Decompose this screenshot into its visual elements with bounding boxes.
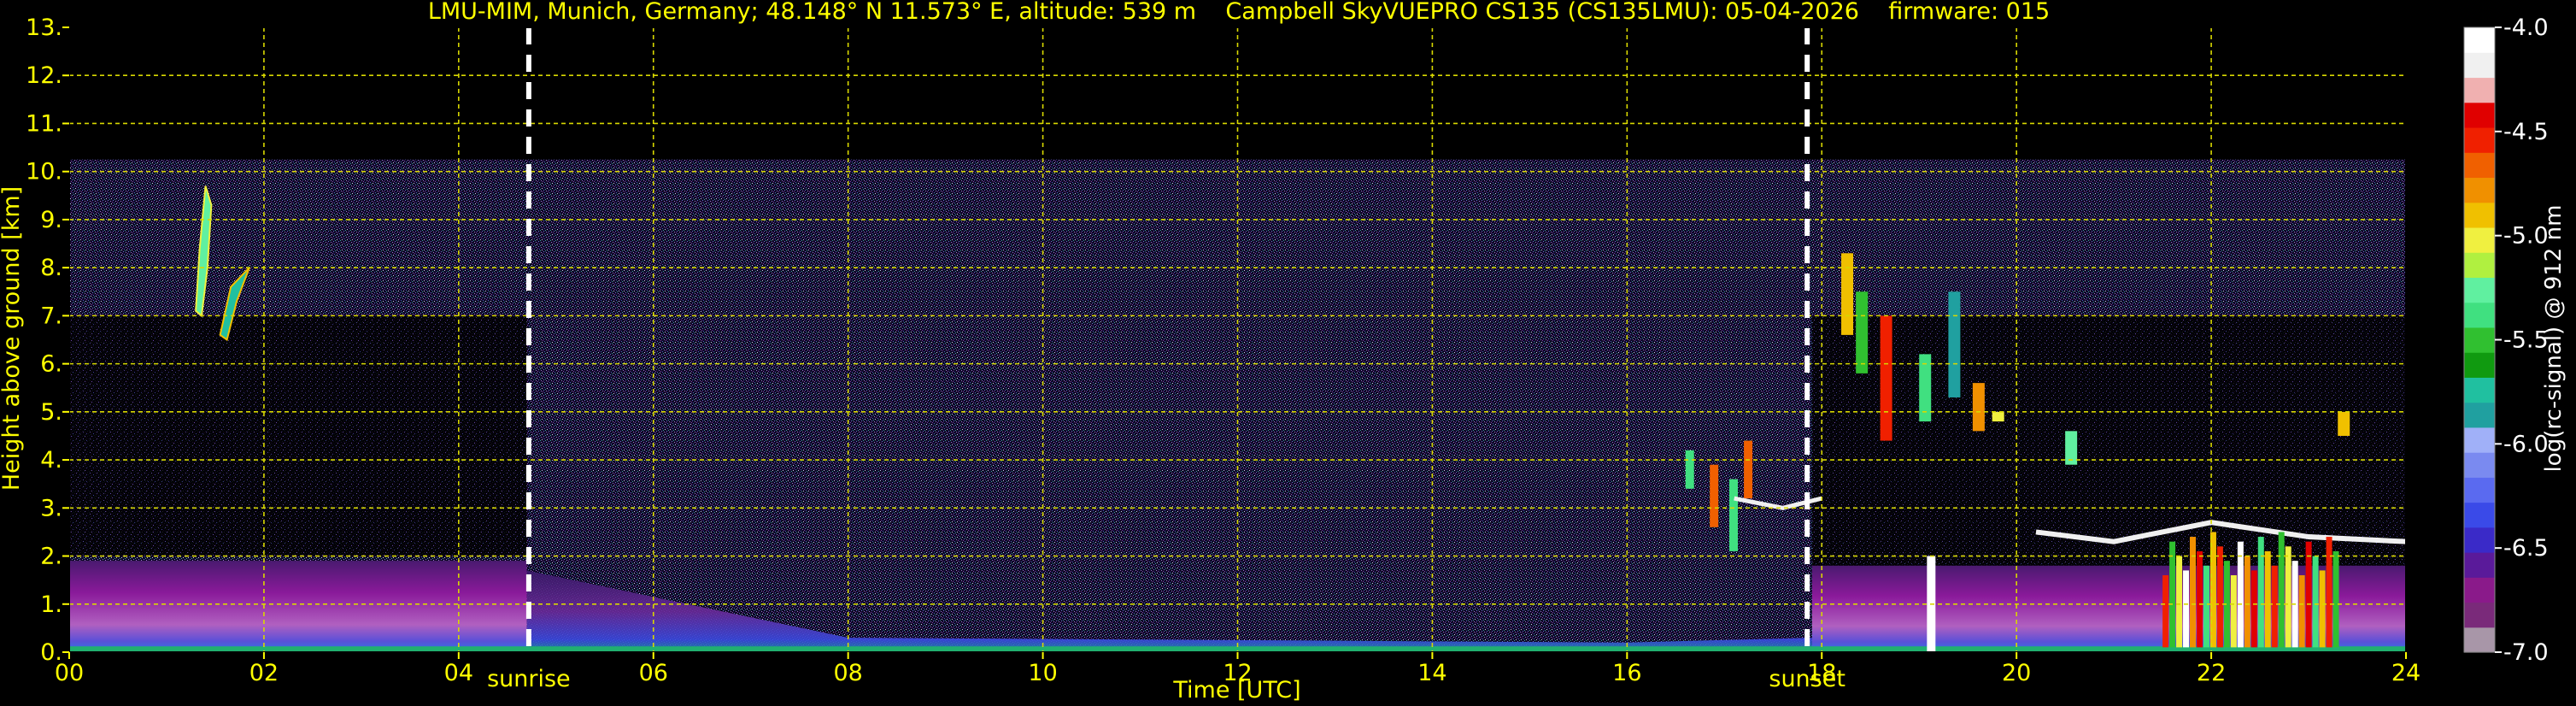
precipitation-streak: [2298, 575, 2305, 648]
precipitation-streak: [2190, 537, 2197, 648]
precipitation-streak: [2271, 565, 2278, 648]
y-tick-label: 13.: [26, 15, 62, 41]
colorbar-segment: [2464, 126, 2495, 153]
colorbar-segment: [2464, 527, 2495, 553]
colorbar-segment: [2464, 277, 2495, 303]
precipitation-streak: [2176, 556, 2183, 648]
x-tick-label: 10: [1028, 660, 1057, 686]
chart-title: LMU-MIM, Munich, Germany; 48.148° N 11.5…: [428, 0, 2050, 25]
precipitation-streak: [2278, 532, 2285, 648]
y-tick-label: 7.: [40, 303, 62, 329]
x-tick-label: 06: [639, 660, 668, 686]
colorbar-tick-label: -4.5: [2503, 119, 2549, 145]
colorbar-tick-label: -7.0: [2503, 639, 2549, 666]
x-tick-label: 20: [2002, 660, 2031, 686]
y-tick-label: 0.: [40, 639, 62, 666]
colorbar-segment: [2464, 402, 2495, 428]
colorbar-segment: [2464, 102, 2495, 128]
colorbar-segment: [2464, 227, 2495, 253]
precipitation-streak: [2326, 537, 2332, 648]
y-tick-label: 1.: [40, 591, 62, 618]
evening-cloud: [2338, 411, 2350, 436]
y-tick-label: 2.: [40, 544, 62, 570]
colorbar-segment: [2464, 202, 2495, 228]
x-tick-label: 02: [249, 660, 279, 686]
y-tick-label: 3.: [40, 495, 62, 521]
x-tick-label: 14: [1417, 660, 1446, 686]
precipitation-streak: [2237, 541, 2244, 648]
x-tick-label: 04: [444, 660, 473, 686]
precipitation-streak: [2230, 575, 2237, 648]
colorbar-segment: [2464, 502, 2495, 528]
colorbar-segment: [2464, 302, 2495, 328]
evening-cloud: [1992, 411, 2004, 422]
ceilometer-chart: sunrise sunset 00 02 04 06 08 10 12 14 16 18 20 22 24…: [0, 0, 2576, 706]
colorbar-segment: [2464, 452, 2495, 478]
colorbar-segment: [2464, 552, 2495, 578]
y-tick-label: 11.: [26, 110, 62, 137]
colorbar-segment: [2464, 177, 2495, 203]
precipitation-streak: [2332, 550, 2339, 648]
colorbar-segment: [2464, 427, 2495, 453]
x-tick-label: 08: [833, 660, 862, 686]
chart-svg: sunrise sunset 00 02 04 06 08 10 12 14 16 18 20 22 24…: [0, 0, 2567, 703]
y-tick-label: 5.: [40, 399, 62, 426]
y-tick-label: 8.: [40, 255, 62, 281]
colorbar-segment: [2464, 152, 2495, 179]
colorbar-segment: [2464, 627, 2495, 653]
precipitation-streak: [2196, 550, 2203, 648]
evening-cloud: [1880, 315, 1892, 441]
afternoon-cloud: [1728, 479, 1738, 551]
colorbar-segment: [2464, 602, 2495, 628]
precipitation-streak: [2305, 541, 2312, 648]
colorbar-segment: [2464, 27, 2495, 53]
evening-cloud: [1972, 383, 1985, 432]
colorbar-segment: [2464, 377, 2495, 403]
colorbar-segment: [2464, 327, 2495, 353]
evening-cloud: [1841, 253, 1854, 335]
y-tick-label: 6.: [40, 351, 62, 378]
night-region-evening: [1811, 315, 2406, 590]
y-tick-label: 12.: [26, 62, 62, 89]
precipitation-streak: [2169, 541, 2176, 648]
y-tick-label: 9.: [40, 207, 62, 233]
marker-label-sunrise: sunrise: [487, 666, 571, 692]
colorbar-segment: [2464, 577, 2495, 603]
colorbar-label: log(rc-signal) @ 912 nm: [2541, 205, 2567, 473]
evening-cloud: [1856, 291, 1869, 374]
x-tick-label: 22: [2197, 660, 2226, 686]
precipitation-streak: [2319, 570, 2326, 648]
colorbar-tick-label: -4.0: [2503, 15, 2549, 41]
x-tick-label: 18: [1807, 660, 1836, 686]
precipitation-streak: [2285, 546, 2291, 648]
colorbar-segment: [2464, 352, 2495, 378]
precipitation-streak: [2162, 575, 2169, 648]
precipitation-streak: [2244, 556, 2250, 648]
colorbar-segment: [2464, 252, 2495, 278]
precipitation-streak: [2203, 565, 2209, 648]
precipitation-streak: [2264, 550, 2271, 648]
afternoon-cloud: [1744, 440, 1753, 499]
x-tick-label: 24: [2391, 660, 2421, 686]
colorbar: -4.0-4.5-5.0-5.5-6.0-6.5-7.0: [2463, 15, 2549, 666]
precipitation-streak: [2257, 537, 2264, 648]
precipitation-streak: [2183, 570, 2190, 648]
colorbar-segment: [2464, 77, 2495, 103]
precipitation-streak: [2312, 556, 2319, 648]
x-axis-label: Time [UTC]: [1172, 677, 1300, 703]
x-tick-label: 16: [1612, 660, 1641, 686]
y-axis-label: Height above ground [km]: [0, 186, 25, 491]
y-tick-label: 10.: [26, 159, 62, 185]
y-tick-label: 4.: [40, 447, 62, 474]
afternoon-cloud: [1685, 450, 1694, 489]
precipitation-streak: [2216, 546, 2223, 648]
colorbar-tick-label: -6.5: [2503, 535, 2549, 562]
precipitation-streak: [2250, 570, 2257, 648]
colorbar-segment: [2464, 52, 2495, 79]
afternoon-cloud: [1710, 464, 1719, 527]
colorbar-segment: [2464, 477, 2495, 503]
evening-cloud: [1948, 291, 1961, 397]
